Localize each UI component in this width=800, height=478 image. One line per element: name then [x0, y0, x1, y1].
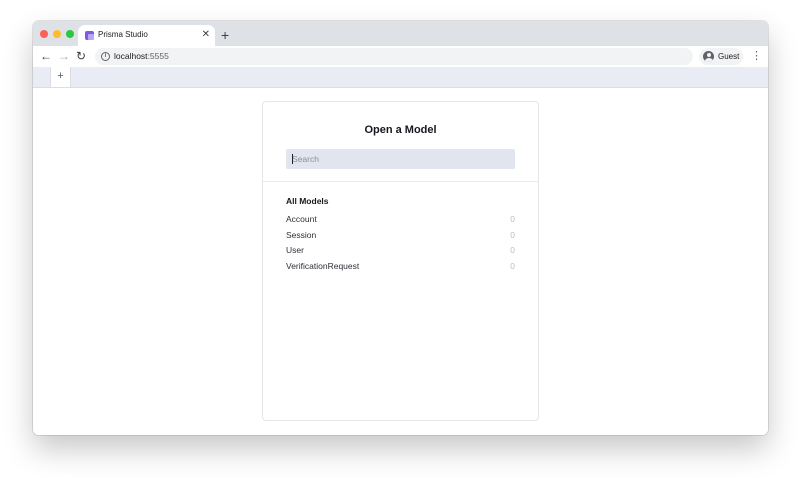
profile-button[interactable]: Guest	[699, 48, 743, 65]
tab-strip: Prisma Studio ✕ +	[33, 21, 768, 46]
kebab-menu-icon[interactable]: ⋮	[751, 49, 762, 64]
browser-toolbar: ← → ↻ i localhost:5555 Guest ⋮	[33, 46, 768, 67]
url-host: localhost	[114, 51, 148, 61]
new-tab-button[interactable]: +	[221, 27, 229, 43]
maximize-window-button[interactable]	[66, 30, 74, 38]
model-list: Account 0 Session 0 User 0 VerificationR…	[286, 214, 515, 276]
model-name: Session	[286, 229, 317, 240]
arrow-right-icon[interactable]: →	[58, 49, 70, 64]
reload-icon[interactable]: ↻	[76, 49, 86, 64]
model-item-verification-request[interactable]: VerificationRequest 0	[286, 261, 515, 277]
browser-window: Prisma Studio ✕ + ← → ↻ i localhost:5555…	[33, 21, 768, 435]
minimize-window-button[interactable]	[53, 30, 61, 38]
address-bar[interactable]: i localhost:5555	[95, 48, 693, 65]
model-item-account[interactable]: Account 0	[286, 214, 515, 230]
info-icon[interactable]: i	[101, 52, 110, 61]
model-count: 0	[510, 214, 515, 224]
model-item-user[interactable]: User 0	[286, 245, 515, 261]
search-input[interactable]	[286, 149, 515, 169]
model-item-session[interactable]: Session 0	[286, 230, 515, 246]
panel-title: Open a Model	[364, 124, 437, 136]
prisma-favicon-icon	[85, 31, 94, 40]
section-title-all-models: All Models	[286, 196, 329, 206]
model-name: User	[286, 245, 304, 255]
close-icon[interactable]: ✕	[202, 28, 210, 42]
model-name: VerificationRequest	[286, 260, 360, 271]
text-caret	[292, 154, 293, 164]
tab-prisma-studio[interactable]: Prisma Studio ✕	[78, 25, 215, 46]
arrow-left-icon[interactable]: ←	[40, 49, 52, 64]
model-count: 0	[510, 245, 515, 255]
add-studio-tab-button[interactable]: +	[50, 67, 71, 87]
close-window-button[interactable]	[40, 30, 48, 38]
model-name: Account	[286, 214, 317, 224]
studio-tab-bar: +	[33, 67, 768, 88]
url-text: localhost:5555	[114, 51, 169, 61]
model-count: 0	[510, 260, 515, 271]
profile-label: Guest	[718, 52, 740, 61]
account-circle-icon	[703, 51, 714, 62]
search-box	[286, 149, 515, 169]
url-port: :5555	[147, 51, 169, 61]
model-count: 0	[510, 229, 515, 240]
open-model-panel: Open a Model All Models Account 0 Sessio…	[262, 101, 539, 421]
tab-title: Prisma Studio	[98, 30, 148, 39]
studio-content: Open a Model All Models Account 0 Sessio…	[33, 88, 768, 435]
divider	[263, 181, 538, 182]
